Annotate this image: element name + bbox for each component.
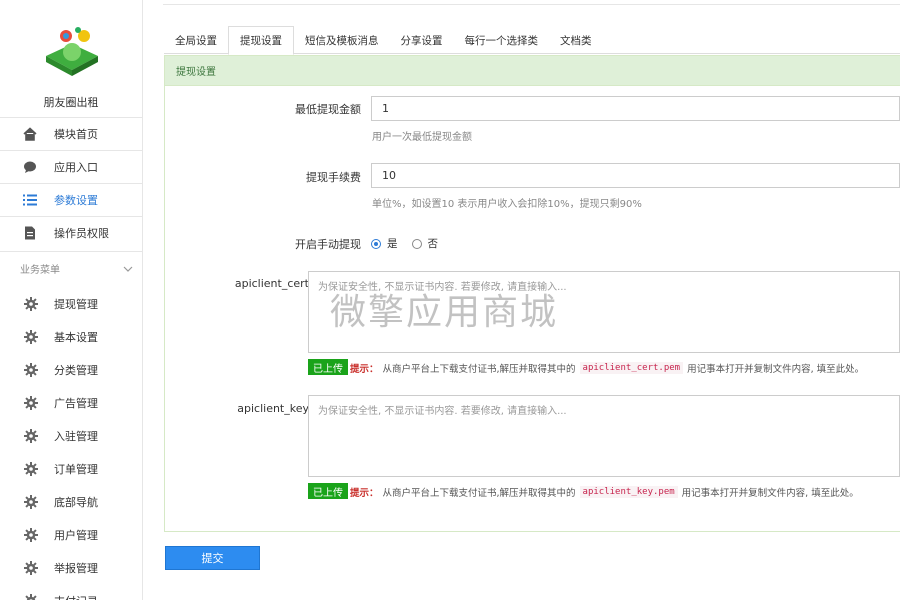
menu-group-label: 业务菜单 [20, 265, 60, 276]
sidebar-item-label: 操作员权限 [54, 226, 109, 240]
chat-icon [22, 159, 38, 175]
tab-5[interactable]: 文档类 [549, 26, 603, 54]
key-tip: 提示： 从商户平台上下载支付证书,解压并取得其中的 apiclient_key.… [350, 485, 859, 499]
sidebar-subitem-label: 入驻管理 [54, 429, 98, 443]
gear-icon [24, 395, 38, 410]
key-textarea[interactable]: 为保证安全性, 不显示证书内容. 若要修改, 请直接输入... [308, 395, 900, 477]
cert-tip-text: 从商户平台上下载支付证书,解压并取得其中的 [382, 364, 576, 375]
min-withdraw-help: 用户一次最低提现金额 [372, 132, 472, 143]
cert-label: apiclient_cert [234, 277, 309, 290]
key-tip-label: 提示： [350, 488, 379, 499]
sidebar-subitem-1[interactable]: 基本设置 [0, 320, 142, 353]
gear-icon [24, 428, 38, 443]
gear-icon [24, 296, 38, 311]
sidebar-item-1[interactable]: 应用入口 [0, 150, 142, 182]
sidebar-item-2[interactable]: 参数设置 [0, 183, 142, 215]
gear-icon [24, 461, 38, 476]
app-header: 朋友圈出租 [0, 0, 142, 117]
app-logo[interactable] [42, 26, 102, 78]
fee-help: 单位%，如设置10 表示用户收入会扣除10%，提现只剩90% [372, 199, 642, 210]
sidebar-subitem-8[interactable]: 举报管理 [0, 551, 142, 584]
gear-icon [24, 560, 38, 575]
cert-textarea[interactable]: 为保证安全性, 不显示证书内容. 若要修改, 请直接输入... [308, 271, 900, 353]
list-icon [22, 192, 38, 208]
sidebar-subitem-label: 基本设置 [54, 330, 98, 344]
sidebar-subitem-2[interactable]: 分类管理 [0, 353, 142, 386]
tab-bar: 全局设置 提现设置 短信及模板消息 分享设置 每行一个选择类 文档类 [164, 26, 900, 55]
key-label: apiclient_key [237, 402, 309, 415]
radio-yes-label[interactable]: 是 [387, 236, 398, 251]
key-uploaded-badge: 已上传 [308, 483, 348, 499]
sidebar-subitem-label: 举报管理 [54, 561, 98, 575]
key-tip-text: 从商户平台上下载支付证书,解压并取得其中的 [382, 488, 576, 499]
sidebar-subitem-label: 用户管理 [54, 528, 98, 542]
gear-icon [24, 362, 38, 377]
min-withdraw-label: 最低提现金额 [295, 103, 361, 116]
sidebar-item-0[interactable]: 模块首页 [0, 117, 142, 149]
sidebar-item-label: 模块首页 [54, 127, 98, 141]
sidebar-subitem-5[interactable]: 订单管理 [0, 452, 142, 485]
radio-no-label[interactable]: 否 [428, 236, 439, 251]
sidebar-subitem-9[interactable]: 支付记录 [0, 584, 142, 600]
home-icon [22, 126, 38, 142]
sidebar-item-label: 参数设置 [54, 193, 98, 207]
sidebar-subitem-label: 分类管理 [54, 363, 98, 377]
cert-tip-text-after: 用记事本打开并复制文件内容, 填至此处。 [687, 364, 865, 375]
tab-2[interactable]: 短信及模板消息 [294, 26, 390, 54]
sidebar-subitem-label: 支付记录 [54, 593, 98, 600]
tab-4[interactable]: 每行一个选择类 [454, 26, 550, 54]
menu-group-title[interactable]: 业务菜单 [0, 251, 142, 285]
cert-tip: 提示： 从商户平台上下载支付证书,解压并取得其中的 apiclient_cert… [350, 361, 864, 375]
sidebar-subitem-0[interactable]: 提现管理 [0, 287, 142, 320]
sidebar-item-3[interactable]: 操作员权限 [0, 216, 142, 248]
radio-yes[interactable] [371, 238, 381, 249]
panel-title: 提现设置 [165, 56, 900, 86]
manual-withdraw-label: 开启手动提现 [295, 238, 361, 251]
cert-tip-label: 提示： [350, 364, 379, 375]
gear-icon [24, 527, 38, 542]
sidebar-subitem-label: 提现管理 [54, 297, 98, 311]
sidebar: 朋友圈出租 模块首页应用入口参数设置操作员权限 业务菜单 提现管理基本设置分类管… [0, 0, 143, 600]
cert-uploaded-badge: 已上传 [308, 359, 348, 375]
submit-button[interactable]: 提交 [165, 546, 260, 570]
sidebar-subitem-label: 订单管理 [54, 462, 98, 476]
sidebar-subitem-3[interactable]: 广告管理 [0, 386, 142, 419]
document-icon [22, 225, 38, 241]
fee-label: 提现手续费 [306, 171, 361, 184]
chevron-down-icon [123, 266, 133, 272]
key-file-name: apiclient_key.pem [579, 486, 678, 498]
cert-file-name: apiclient_cert.pem [579, 362, 684, 374]
gear-icon [24, 593, 38, 600]
sidebar-item-label: 应用入口 [54, 160, 98, 174]
tab-1[interactable]: 提现设置 [228, 26, 294, 55]
tab-3[interactable]: 分享设置 [390, 26, 454, 54]
sidebar-subitem-4[interactable]: 入驻管理 [0, 419, 142, 452]
fee-input[interactable]: 10 [371, 163, 900, 188]
sidebar-subitem-6[interactable]: 底部导航 [0, 485, 142, 518]
manual-withdraw-radios: 是 否 [371, 236, 438, 251]
app-name: 朋友圈出租 [43, 96, 99, 109]
sidebar-subitem-label: 底部导航 [54, 495, 98, 509]
key-tip-text-after: 用记事本打开并复制文件内容, 填至此处。 [681, 488, 859, 499]
sidebar-subitem-7[interactable]: 用户管理 [0, 518, 142, 551]
gear-icon [24, 329, 38, 344]
sidebar-subitem-label: 广告管理 [54, 396, 98, 410]
min-withdraw-input[interactable]: 1 [371, 96, 900, 121]
radio-no[interactable] [411, 238, 422, 249]
gear-icon [24, 494, 38, 509]
tab-0[interactable]: 全局设置 [164, 26, 228, 54]
